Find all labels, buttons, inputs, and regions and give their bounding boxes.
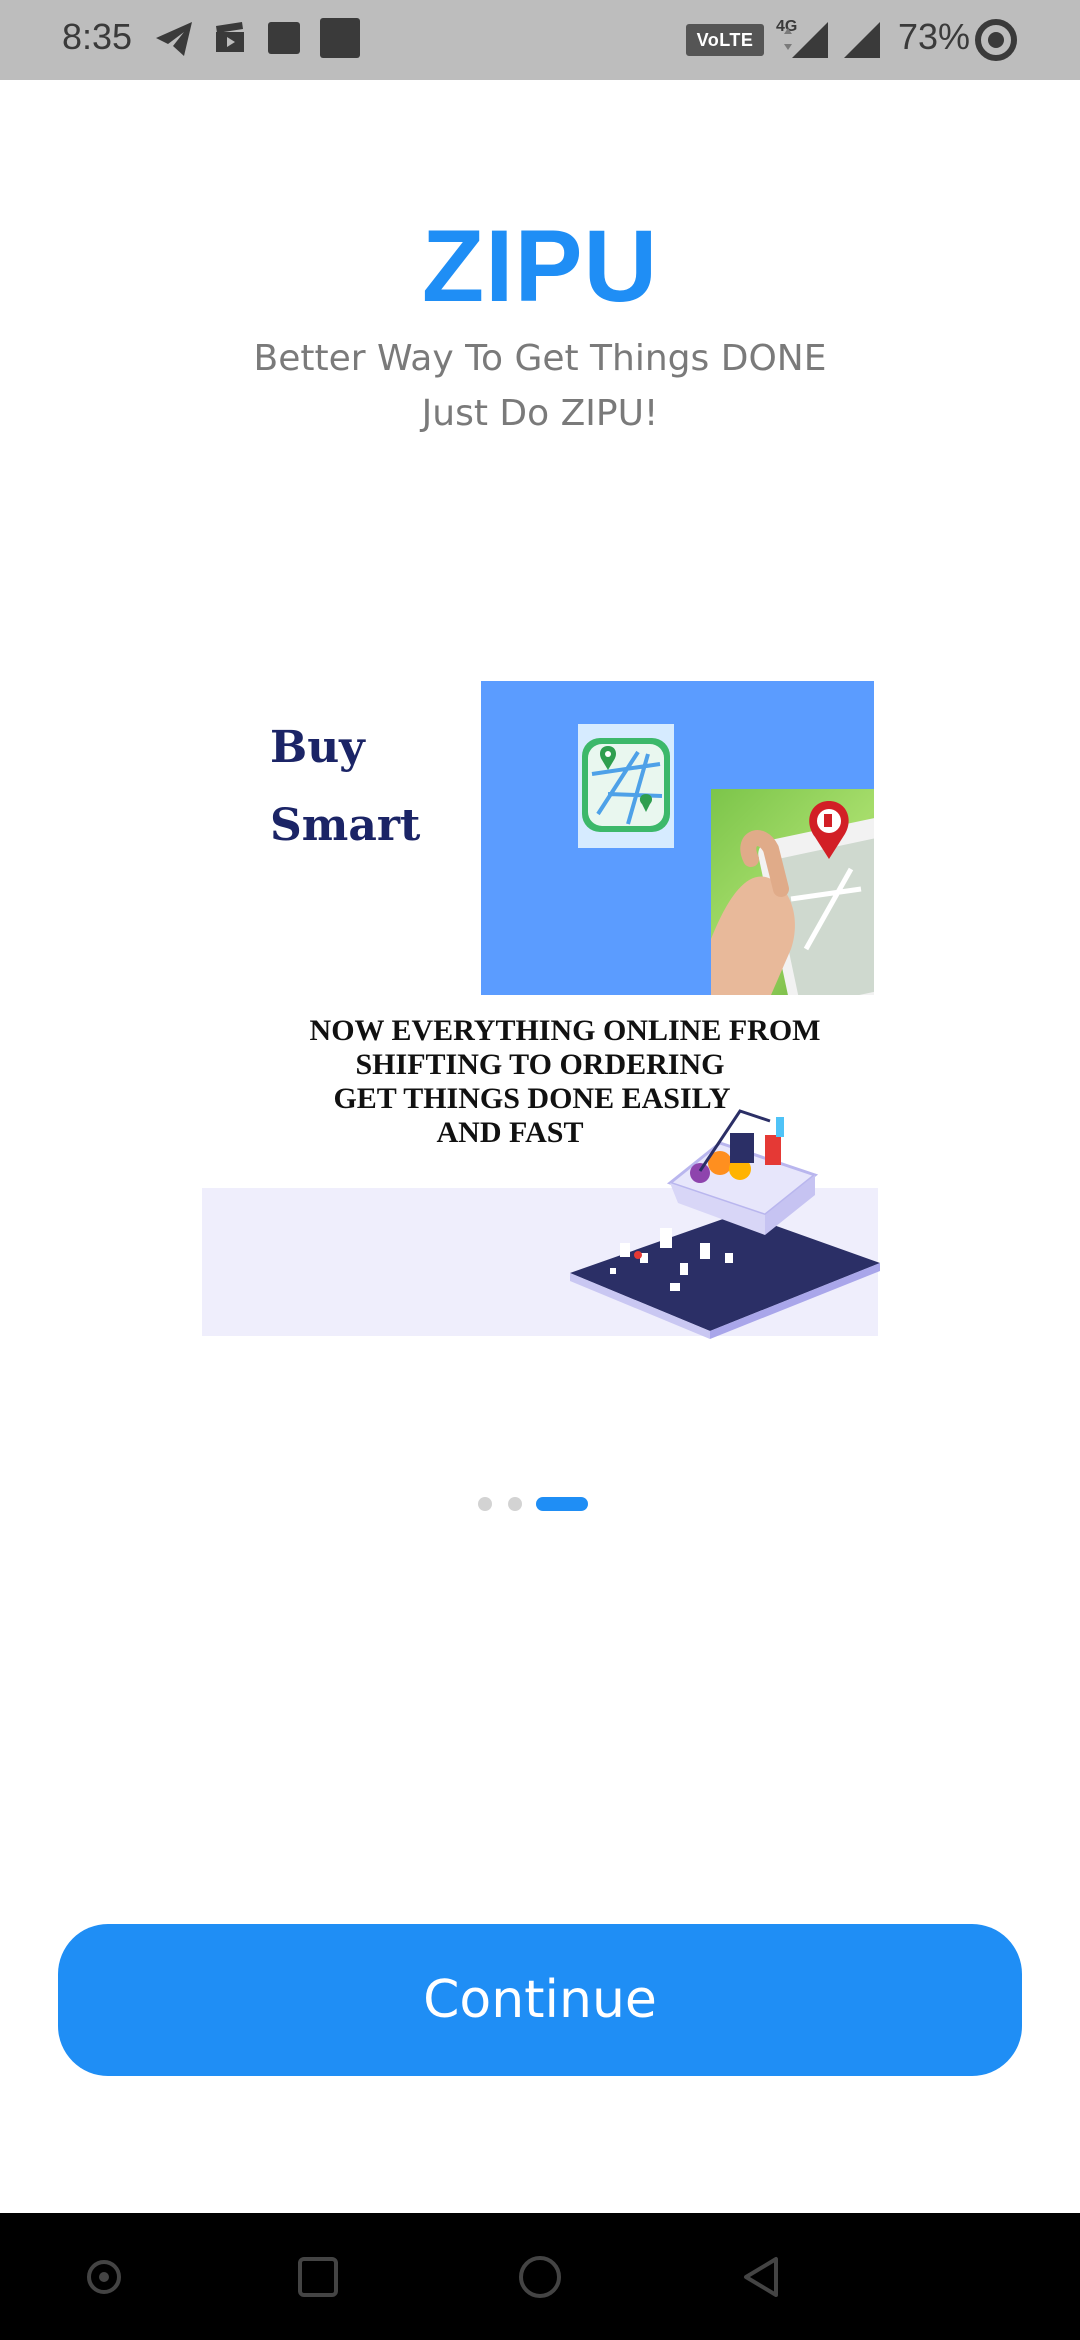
battery-percent: 73% [898,16,971,57]
square-icon [320,18,360,58]
app-title: ZIPU [421,209,659,323]
shopping-basket-phone-illustration [570,1109,880,1339]
onboarding-slide[interactable]: Buy Smart NOW EVERYTHING ONLINE FROM SHI… [200,678,880,1339]
clapperboard-icon [216,22,244,52]
status-bar: 8:35 VoLTE 4G 73% [0,0,1080,80]
telegram-icon [156,22,192,56]
volte-badge: VoLTE [686,24,764,56]
slide-heading-line-1: Buy [270,722,365,773]
battery-ring-icon [975,19,1017,61]
slide-heading-line-2: Smart [270,800,421,851]
continue-button[interactable]: Continue [58,1924,1022,2076]
square-icon [268,22,300,54]
page-dot[interactable] [478,1497,492,1511]
tagline-line-1: Better Way To Get Things DONE [253,338,827,379]
back-icon[interactable] [740,2253,784,2301]
slide-body-line-1: NOW EVERYTHING ONLINE FROM [309,1014,821,1047]
page-dot-active[interactable] [536,1497,588,1511]
signal-icon [784,22,828,58]
map-app-icon [578,724,674,848]
hand-phone-photo [711,789,874,995]
recent-apps-icon[interactable] [84,2253,124,2301]
home-icon[interactable] [516,2253,564,2301]
navigation-bar [0,2213,1080,2340]
overview-square-icon[interactable] [296,2253,340,2301]
signal-icon [844,22,880,58]
slide-body-line-2: SHIFTING TO ORDERING [355,1048,725,1081]
page-dot[interactable] [508,1497,522,1511]
tagline-line-2: Just Do ZIPU! [421,393,659,434]
status-time: 8:35 [62,16,133,57]
